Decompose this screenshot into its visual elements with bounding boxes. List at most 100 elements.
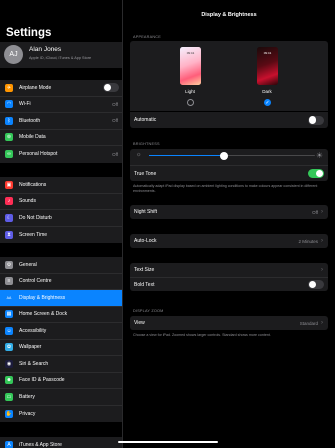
sidebar-item-label: Home Screen & Dock	[19, 311, 68, 318]
chevron-right-icon: ›	[321, 209, 323, 215]
automatic-card: Automatic	[130, 112, 328, 128]
view-value: Standard	[299, 320, 318, 326]
sidebar-item-display-brightness[interactable]: AA Display & Brightness	[0, 290, 122, 307]
sidebar-item-accessibility[interactable]: ☺ Accessibility	[0, 323, 122, 340]
sidebar-item-control-centre[interactable]: ≡ Control Centre	[0, 274, 122, 290]
light-preview[interactable]: 09:41	[180, 47, 201, 85]
display-zoom-header: DISPLAY ZOOM	[133, 309, 164, 313]
gear-icon: ⚙	[5, 260, 13, 269]
sun-small-icon: ☼	[136, 152, 142, 158]
sidebar-item-siri-search[interactable]: ◉ Siri & Search	[0, 356, 122, 373]
wifi-icon: ◠	[5, 100, 13, 109]
display-zoom-card: View Standard ›	[130, 316, 328, 330]
light-radio[interactable]	[187, 99, 194, 106]
auto-lock-label: Auto-Lock	[134, 238, 157, 244]
chevron-right-icon: ›	[321, 320, 323, 326]
automatic-toggle[interactable]	[308, 115, 324, 125]
dark-radio[interactable]: ✓	[264, 99, 271, 106]
night-shift-row[interactable]: Night Shift Off ›	[130, 205, 328, 219]
sidebar-item-do-not-disturb[interactable]: ☾ Do Not Disturb	[0, 210, 122, 227]
sidebar-item-privacy[interactable]: ✋ Privacy	[0, 406, 122, 423]
text-size-icon: AA	[5, 293, 13, 302]
sidebar-item-mobile-data[interactable]: ⊚ Mobile Data	[0, 130, 122, 146]
dark-preview[interactable]: 09:41	[257, 47, 278, 85]
automatic-row: Automatic	[130, 112, 328, 128]
sidebar-item-airplane-mode[interactable]: ✈ Airplane Mode	[0, 80, 122, 97]
sidebar-title: Settings	[6, 27, 52, 39]
true-tone-note: Automatically adapt iPad display based o…	[133, 184, 318, 193]
sidebar-item-label: Siri & Search	[19, 360, 49, 367]
true-tone-toggle[interactable]	[308, 169, 324, 178]
brightness-slider-knob[interactable]	[219, 151, 228, 160]
moon-icon: ☾	[5, 213, 13, 222]
display-zoom-note: Choose a view for iPad. Zoomed shows lar…	[133, 333, 271, 337]
sidebar-item-label: Accessibility	[19, 327, 47, 334]
light-label: Light	[185, 89, 195, 94]
sidebar-item-face-id-passcode[interactable]: ☻ Face ID & Passcode	[0, 373, 122, 389]
sidebar-item-label: Notifications	[19, 181, 47, 188]
sidebar-item-label: iTunes & App Store	[19, 442, 62, 448]
accessibility-icon: ☺	[5, 326, 13, 335]
sidebar-item-sounds[interactable]: ♪ Sounds	[0, 194, 122, 210]
appearance-header: APPEARANCE	[133, 35, 161, 39]
speaker-icon: ♪	[5, 197, 13, 206]
brightness-slider-fill	[149, 155, 224, 157]
true-tone-label: True Tone	[134, 170, 157, 177]
display-brightness-pane: Display & Brightness APPEARANCE 09:41 09…	[123, 0, 335, 448]
night-shift-value: Off	[312, 209, 318, 215]
sidebar-item-label: Do Not Disturb	[19, 214, 52, 221]
hotspot-icon: ∞	[5, 150, 13, 159]
flower-icon: ✿	[5, 343, 13, 352]
home-indicator[interactable]	[118, 441, 218, 443]
bold-text-label: Bold Text	[134, 281, 155, 288]
bold-text-row: Bold Text	[130, 277, 328, 291]
sidebar-item-personal-hotspot[interactable]: ∞ Personal Hotspot Off	[0, 146, 122, 163]
brightness-slider-row: ☼ ☀	[130, 149, 328, 165]
sidebar-item-wi-fi[interactable]: ◠ Wi-Fi Off	[0, 97, 122, 113]
notifications-icon: ▣	[5, 180, 13, 189]
siri-icon: ◉	[5, 359, 13, 368]
brightness-slider[interactable]	[149, 151, 315, 160]
sidebar-group-notifications: ▣ Notifications ♪ Sounds ☾ Do Not Disturb ⧗ Scr…	[0, 177, 122, 244]
sidebar-item-label: Wallpaper	[19, 344, 42, 351]
sidebar-item-bluetooth[interactable]: ᛒ Bluetooth Off	[0, 113, 122, 130]
sidebar-item-label: Wi-Fi	[19, 101, 31, 108]
sidebar-item-value: Off	[112, 101, 118, 107]
sidebar-item-label: Control Centre	[19, 278, 52, 285]
hourglass-icon: ⧗	[5, 230, 13, 239]
bluetooth-icon: ᛒ	[5, 116, 13, 125]
sidebar-group-system: ⚙ General ≡ Control Centre AA Display & Brigh…	[0, 257, 122, 423]
view-label: View	[134, 320, 145, 326]
sidebar-item-label: Battery	[19, 393, 35, 400]
sidebar-item-home-screen-dock[interactable]: ▦ Home Screen & Dock	[0, 307, 122, 323]
sidebar-group-connectivity: ✈ Airplane Mode ◠ Wi-Fi Off ᛒ Bluetooth Off ⊚ Mob…	[0, 80, 122, 163]
hand-icon: ✋	[5, 409, 13, 418]
airplane-icon: ✈	[5, 83, 13, 92]
sidebar-item-battery[interactable]: ▭ Battery	[0, 389, 122, 406]
sidebar-item-general[interactable]: ⚙ General	[0, 257, 122, 274]
airplane-mode-toggle[interactable]	[103, 83, 119, 93]
sidebar-item-notifications[interactable]: ▣ Notifications	[0, 177, 122, 194]
sidebar-item-label: Personal Hotspot	[19, 151, 58, 158]
battery-icon: ▭	[5, 392, 13, 401]
text-size-row[interactable]: Text Size ›	[130, 263, 328, 277]
auto-lock-row[interactable]: Auto-Lock 2 Minutes ›	[130, 234, 328, 248]
text-size-label: Text Size	[134, 267, 155, 273]
profile-name: Alan Jones	[29, 46, 62, 53]
sidebar-item-label: Display & Brightness	[19, 294, 66, 301]
view-row[interactable]: View Standard ›	[130, 316, 328, 330]
apple-id-profile[interactable]: AJ Alan Jones Apple ID, iCloud, iTunes &…	[0, 42, 122, 68]
sidebar-item-label: Mobile Data	[19, 134, 46, 141]
sun-large-icon: ☀	[315, 151, 323, 160]
sidebar-item-itunes-app-store[interactable]: AiTunes & App Store	[0, 437, 122, 448]
sidebar-item-label: General	[19, 261, 37, 268]
sidebar-item-label: Airplane Mode	[19, 84, 52, 91]
bold-text-toggle[interactable]	[308, 280, 324, 289]
profile-subtitle: Apple ID, iCloud, iTunes & App Store	[29, 56, 92, 60]
sidebar-item-screen-time[interactable]: ⧗ Screen Time	[0, 227, 122, 244]
sidebar-item-label: Sounds	[19, 198, 36, 205]
auto-lock-value: 2 Minutes	[298, 238, 318, 244]
switches-icon: ≡	[5, 277, 13, 286]
night-shift-card: Night Shift Off ›	[130, 205, 328, 219]
sidebar-item-wallpaper[interactable]: ✿ Wallpaper	[0, 340, 122, 356]
